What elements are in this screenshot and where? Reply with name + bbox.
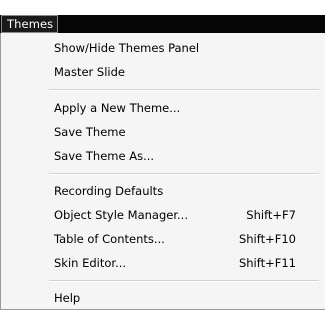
menu-item-label: Help [54,291,81,305]
menu-item-shortcut: Shift+F10 [238,232,296,246]
menu-item-recording-defaults[interactable]: Recording Defaults [1,181,324,201]
menu-item-shortcut: Shift+F7 [246,208,296,222]
menu-item-apply-new-theme[interactable]: Apply a New Theme... [1,98,324,118]
menu-item-label: Object Style Manager... [54,208,188,222]
menu-item-master-slide[interactable]: Master Slide [1,62,324,82]
menu-separator [49,280,319,282]
menu-item-save-theme-as[interactable]: Save Theme As... [1,146,324,166]
menu-item-label: Skin Editor... [54,256,127,270]
menu-item-label: Save Theme [54,125,126,139]
menu-item-label: Save Theme As... [54,149,155,163]
menu-item-label: Show/Hide Themes Panel [54,41,200,55]
menu-item-label: Table of Contents... [54,232,165,246]
menu-item-save-theme[interactable]: Save Theme [1,122,324,142]
menu-separator [49,89,319,91]
menu-bar: Themes [0,0,325,34]
menu-item-object-style-manager[interactable]: Object Style Manager... Shift+F7 [1,205,324,225]
menu-item-table-of-contents[interactable]: Table of Contents... Shift+F10 [1,229,324,249]
menu-item-show-hide-themes-panel[interactable]: Show/Hide Themes Panel [1,38,324,58]
menu-item-label: Apply a New Theme... [54,101,181,115]
menu-item-label: Master Slide [54,65,125,79]
menu-item-label: Recording Defaults [54,184,164,198]
themes-menu-title[interactable]: Themes [1,15,58,33]
menu-separator [49,173,319,175]
menu-item-shortcut: Shift+F11 [238,256,296,270]
menu-item-skin-editor[interactable]: Skin Editor... Shift+F11 [1,253,324,273]
menu-item-help[interactable]: Help [1,288,324,308]
themes-dropdown-menu: Show/Hide Themes Panel Master Slide Appl… [0,33,325,310]
